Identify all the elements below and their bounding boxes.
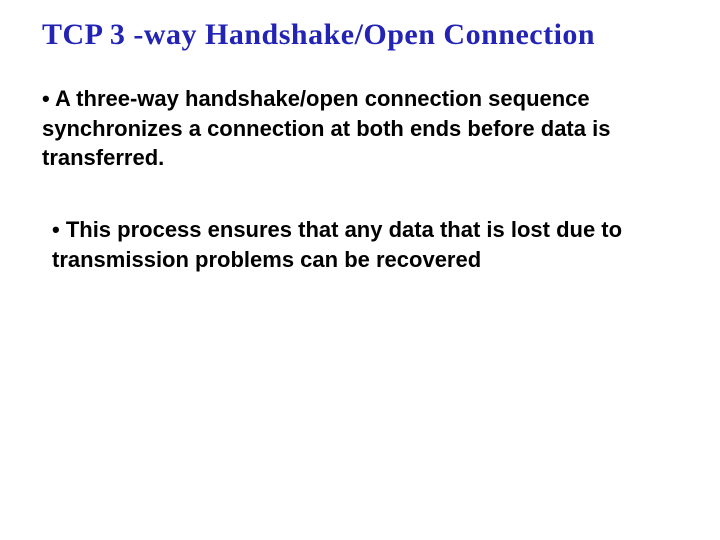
bullet-1: • A three-way handshake/open connection …	[42, 84, 678, 173]
slide: TCP 3 -way Handshake/Open Connection • A…	[0, 0, 720, 540]
bullet-2: • This process ensures that any data tha…	[52, 215, 678, 274]
slide-title: TCP 3 -way Handshake/Open Connection	[42, 18, 678, 52]
